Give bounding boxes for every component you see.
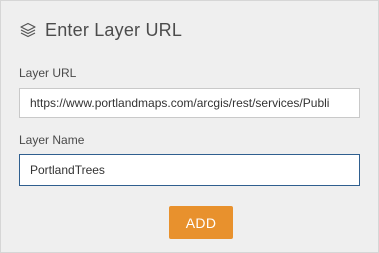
layer-name-input[interactable] — [19, 154, 360, 186]
panel-title: Enter Layer URL — [45, 19, 183, 40]
layer-url-input[interactable] — [19, 88, 360, 118]
layer-url-label: Layer URL — [19, 66, 77, 80]
layer-name-label: Layer Name — [19, 133, 85, 147]
layers-icon — [19, 21, 37, 39]
add-layer-panel: Enter Layer URL Layer URL Layer Name ADD — [0, 0, 379, 253]
add-button[interactable]: ADD — [169, 206, 233, 239]
panel-header: Enter Layer URL — [19, 17, 182, 43]
